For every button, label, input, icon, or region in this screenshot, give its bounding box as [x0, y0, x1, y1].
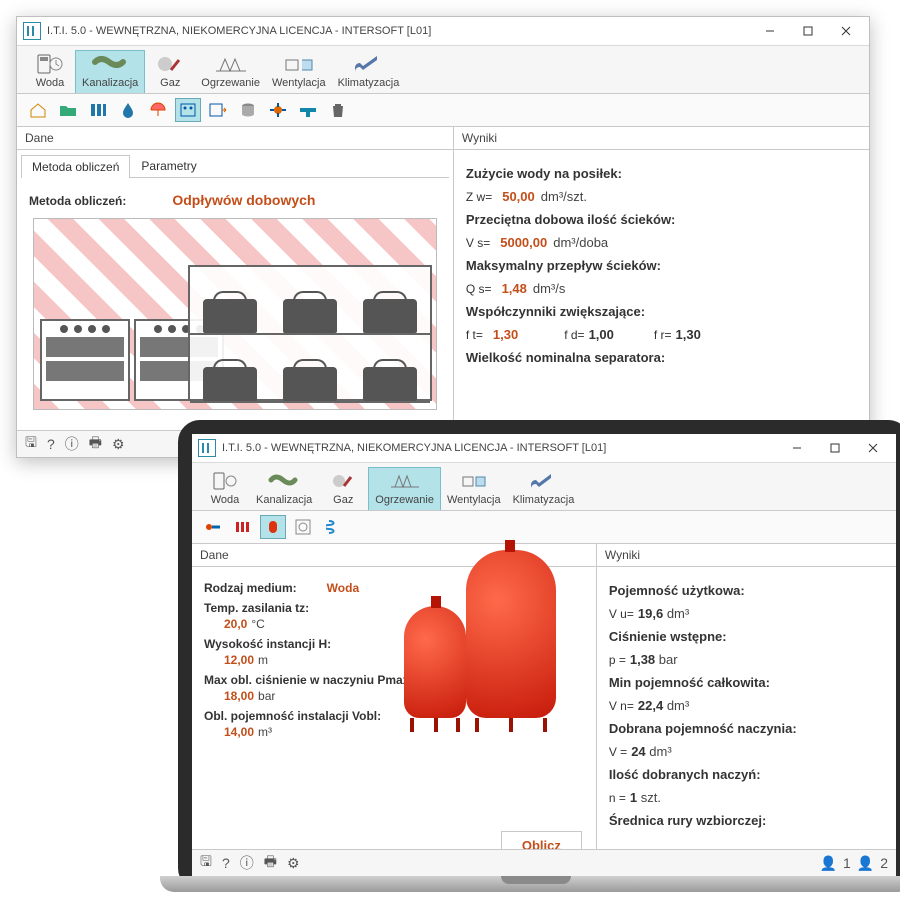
kitchen-illustration — [33, 218, 437, 410]
panel-wyniki-title: Wyniki — [454, 127, 869, 150]
user-icon: 👤 — [820, 855, 837, 872]
status-info-icon[interactable]: ⓘ — [65, 434, 79, 454]
tool-valve[interactable] — [265, 98, 291, 122]
tab-ogrzewanie[interactable]: Ogrzewanie — [195, 51, 266, 93]
tz-label: Temp. zasilania tz: — [204, 601, 309, 615]
statusbar-2: 🖫 ? ⓘ 🖶 ⚙ 👤1 👤2 — [192, 849, 896, 876]
panel-dane: Dane Metoda obliczeń Parametry Metoda ob… — [17, 127, 454, 447]
tool-home[interactable] — [25, 98, 51, 122]
vessel-illustration — [386, 550, 586, 824]
subtab-metoda[interactable]: Metoda obliczeń — [21, 155, 130, 178]
method-value: Odpływów dobowych — [172, 192, 315, 208]
h-label: Wysokość instancji H: — [204, 637, 331, 651]
tab-ogrzewanie[interactable]: Ogrzewanie — [368, 467, 441, 510]
minimize-button[interactable] — [778, 436, 816, 460]
maximize-button[interactable] — [816, 436, 854, 460]
window-title-2: I.T.I. 5.0 - WEWNĘTRZNA, NIEKOMERCYJNA L… — [222, 442, 606, 454]
window-title: I.T.I. 5.0 - WEWNĘTRZNA, NIEKOMERCYJNA L… — [47, 25, 431, 37]
subtabs: Metoda obliczeń Parametry — [21, 154, 449, 178]
user-icon: 👤 — [857, 855, 874, 872]
wrench-icon — [524, 470, 562, 492]
tab-woda[interactable]: Woda — [25, 51, 75, 93]
tab-woda[interactable]: Woda — [200, 468, 250, 510]
tool-columns[interactable] — [85, 98, 111, 122]
tool-radiator[interactable] — [230, 515, 256, 539]
panel-dane-2: Dane Rodzaj medium:Woda Temp. zasilania … — [192, 544, 597, 870]
r2-label: Przeciętna dobowa ilość ścieków: — [466, 212, 676, 227]
status-save-icon[interactable]: 🖫 — [200, 851, 212, 875]
subtab-parametry[interactable]: Parametry — [130, 154, 207, 177]
r5-label: Wielkość nominalna separatora: — [466, 350, 665, 365]
tab-kanalizacja[interactable]: Kanalizacja — [75, 50, 145, 93]
tab-wentylacja[interactable]: Wentylacja — [441, 468, 507, 510]
panel-wyniki-title-2: Wyniki — [597, 544, 896, 567]
laptop-frame: I.T.I. 5.0 - WEWNĘTRZNA, NIEKOMERCYJNA L… — [178, 420, 900, 890]
status-info-icon[interactable]: ⓘ — [240, 853, 254, 873]
window-ogrzewanie: I.T.I. 5.0 - WEWNĘTRZNA, NIEKOMERCYJNA L… — [192, 434, 896, 876]
calculator-icon — [31, 53, 69, 75]
tool-coil[interactable] — [320, 515, 346, 539]
status-settings-icon[interactable]: ⚙ — [287, 855, 300, 872]
status-right: 👤1 👤2 — [820, 855, 888, 872]
calculator-icon — [206, 470, 244, 492]
status-save-icon[interactable]: 🖫 — [25, 432, 37, 456]
status-print-icon[interactable]: 🖶 — [89, 432, 102, 456]
window-kanalizacja: I.T.I. 5.0 - WEWNĘTRZNA, NIEKOMERCYJNA L… — [16, 16, 870, 458]
method-label: Metoda obliczeń: — [29, 194, 126, 208]
tab-kanalizacja[interactable]: Kanalizacja — [250, 468, 318, 510]
gas-icon — [324, 470, 362, 492]
app-logo-icon — [23, 22, 41, 40]
tool-grid[interactable] — [290, 515, 316, 539]
tab-klimatyzacja[interactable]: Klimatyzacja — [507, 468, 581, 510]
pmax-label: Max obl. ciśnienie w naczyniu Pmax: — [204, 673, 413, 687]
tab-klimatyzacja[interactable]: Klimatyzacja — [332, 51, 406, 93]
tool-vessel[interactable] — [260, 515, 286, 539]
medium-value: Woda — [327, 581, 359, 595]
tool-kitchen[interactable] — [175, 98, 201, 122]
tab-gaz[interactable]: Gaz — [318, 468, 368, 510]
tool-db[interactable] — [235, 98, 261, 122]
titlebar[interactable]: I.T.I. 5.0 - WEWNĘTRZNA, NIEKOMERCYJNA L… — [17, 17, 869, 46]
minimize-button[interactable] — [751, 19, 789, 43]
gas-icon — [151, 53, 189, 75]
tool-tee[interactable] — [295, 98, 321, 122]
laptop-notch — [501, 876, 571, 884]
heating-icon — [212, 53, 250, 75]
r3-label: Maksymalny przepływ ścieków: — [466, 258, 661, 273]
toolbar — [17, 94, 869, 127]
close-button[interactable] — [854, 436, 892, 460]
ventilation-icon — [280, 53, 318, 75]
ribbon-tabs-2: Woda Kanalizacja Gaz Ogrzewanie Wentylac… — [192, 463, 896, 511]
ribbon-tabs: Woda Kanalizacja Gaz Ogrzewanie Wentylac… — [17, 46, 869, 94]
tool-folder[interactable] — [55, 98, 81, 122]
app-logo-icon — [198, 439, 216, 457]
tool-arrow-box[interactable] — [205, 98, 231, 122]
status-help-icon[interactable]: ? — [222, 855, 230, 871]
maximize-button[interactable] — [789, 19, 827, 43]
tool-drop[interactable] — [115, 98, 141, 122]
medium-label: Rodzaj medium: — [204, 581, 297, 595]
vobl-label: Obl. pojemność instalacji Vobl: — [204, 709, 381, 723]
tab-gaz[interactable]: Gaz — [145, 51, 195, 93]
panel-wyniki: Wyniki Zużycie wody na posiłek: Z w=50,0… — [454, 127, 869, 447]
heating-icon — [386, 470, 424, 492]
tool-valve2[interactable] — [200, 515, 226, 539]
titlebar-2[interactable]: I.T.I. 5.0 - WEWNĘTRZNA, NIEKOMERCYJNA L… — [192, 434, 896, 463]
ventilation-icon — [455, 470, 493, 492]
toolbar-2 — [192, 511, 896, 544]
panel-dane-title: Dane — [17, 127, 453, 150]
r4-label: Współczynniki zwiększające: — [466, 304, 645, 319]
panel-wyniki-2: Wyniki Pojemność użytkowa: V u=19,6 dm³ … — [597, 544, 896, 870]
status-print-icon[interactable]: 🖶 — [264, 851, 277, 875]
pipe-icon — [91, 53, 129, 75]
pipe-icon — [265, 470, 303, 492]
status-settings-icon[interactable]: ⚙ — [112, 436, 125, 453]
status-help-icon[interactable]: ? — [47, 436, 55, 452]
tool-bin[interactable] — [325, 98, 351, 122]
r1-label: Zużycie wody na posiłek: — [466, 166, 622, 181]
wrench-icon — [349, 53, 387, 75]
tool-umbrella[interactable] — [145, 98, 171, 122]
tab-wentylacja[interactable]: Wentylacja — [266, 51, 332, 93]
close-button[interactable] — [827, 19, 865, 43]
